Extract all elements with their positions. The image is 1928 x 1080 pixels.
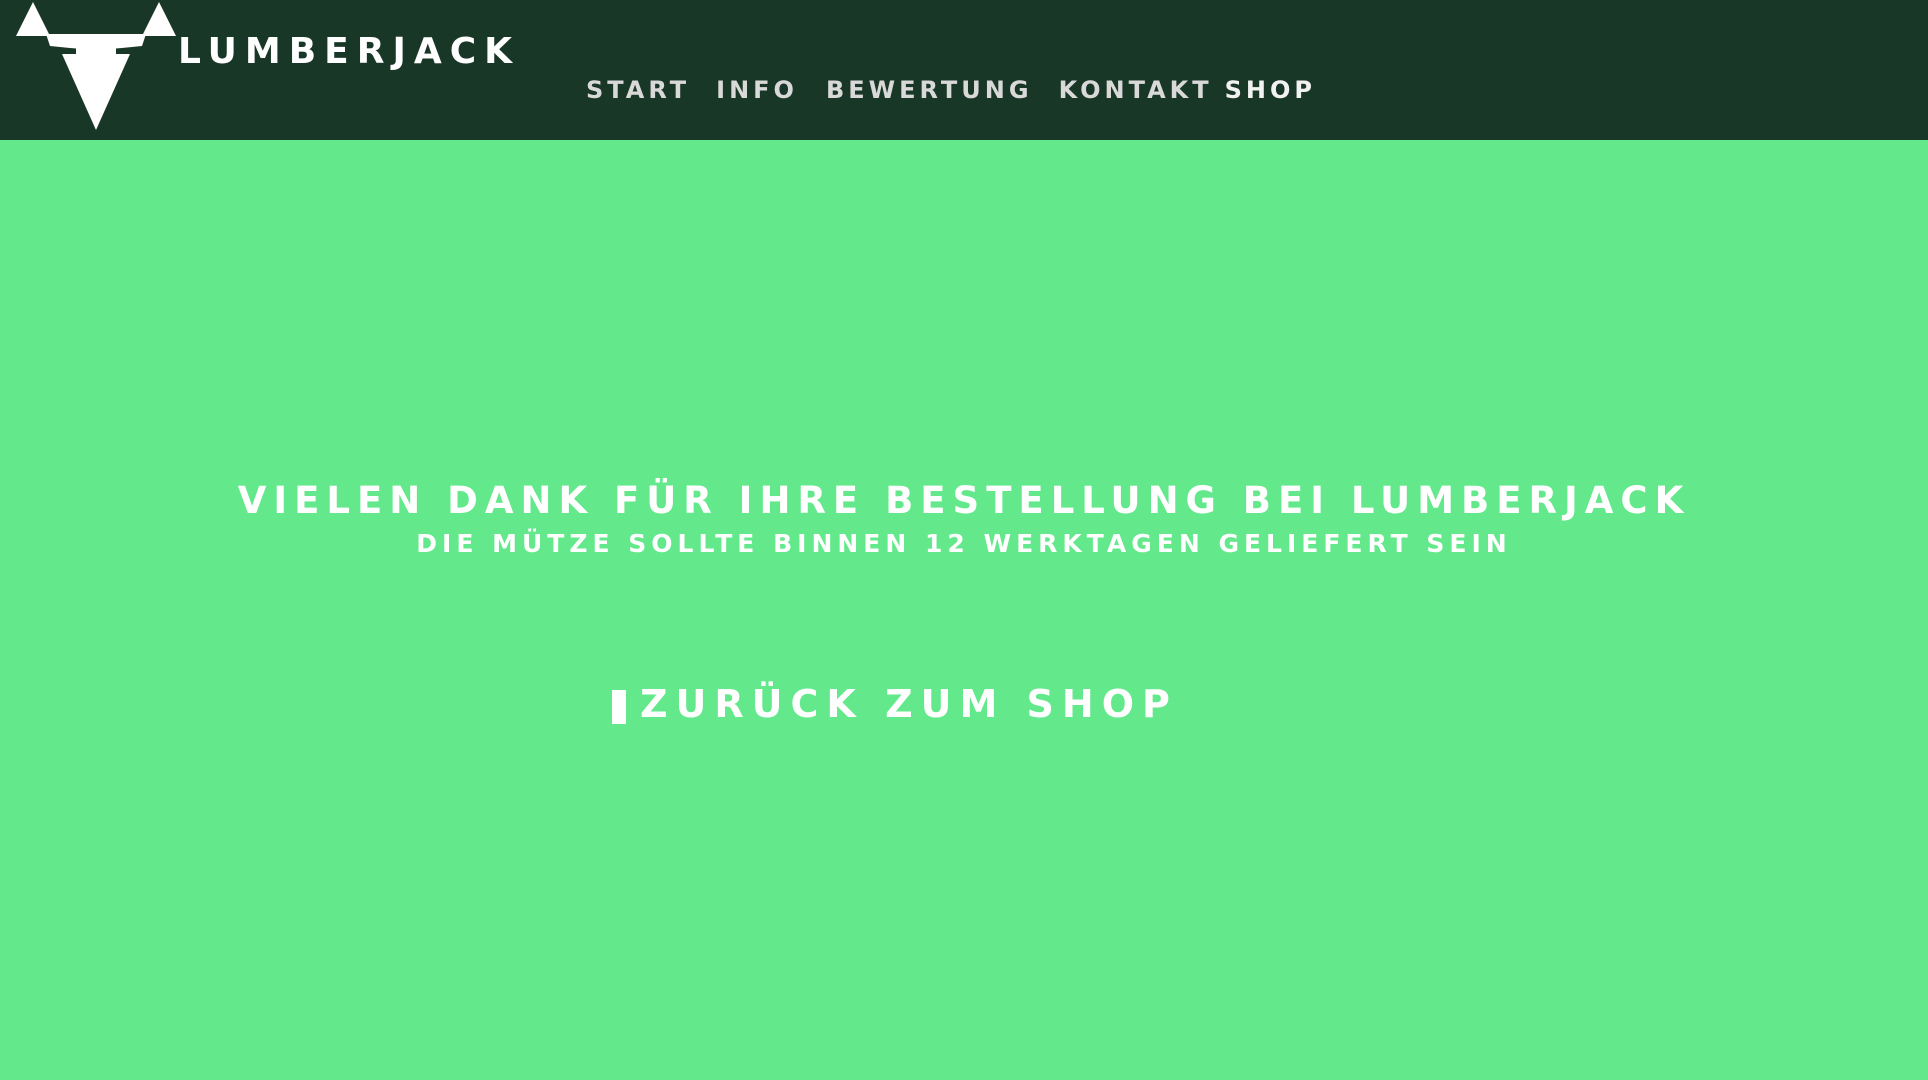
brand-name[interactable]: LUMBERJACK [178,30,520,74]
bull-head-icon[interactable] [16,2,176,130]
link-marker-icon [612,690,626,724]
site-header: LUMBERJACK START INFO BEWERTUNG KONTAKT … [0,0,1928,140]
back-to-shop-link[interactable]: ZURÜCK ZUM SHOP [612,680,1178,728]
delivery-note: DIE MÜTZE SOLLTE BINNEN 12 WERKTAGEN GEL… [416,529,1512,558]
nav-item-shop[interactable]: SHOP [1225,74,1316,106]
back-to-shop-label: ZURÜCK ZUM SHOP [640,682,1178,726]
nav-item-kontakt[interactable]: KONTAKT [1059,74,1213,106]
main-nav: START INFO BEWERTUNG KONTAKT SHOP [586,74,1316,106]
thank-you-heading: VIELEN DANK FÜR IHRE BESTELLUNG BEI LUMB… [237,479,1691,522]
nav-item-bewertung[interactable]: BEWERTUNG [826,74,1033,106]
nav-item-info[interactable]: INFO [716,74,798,106]
nav-item-start[interactable]: START [586,74,690,106]
